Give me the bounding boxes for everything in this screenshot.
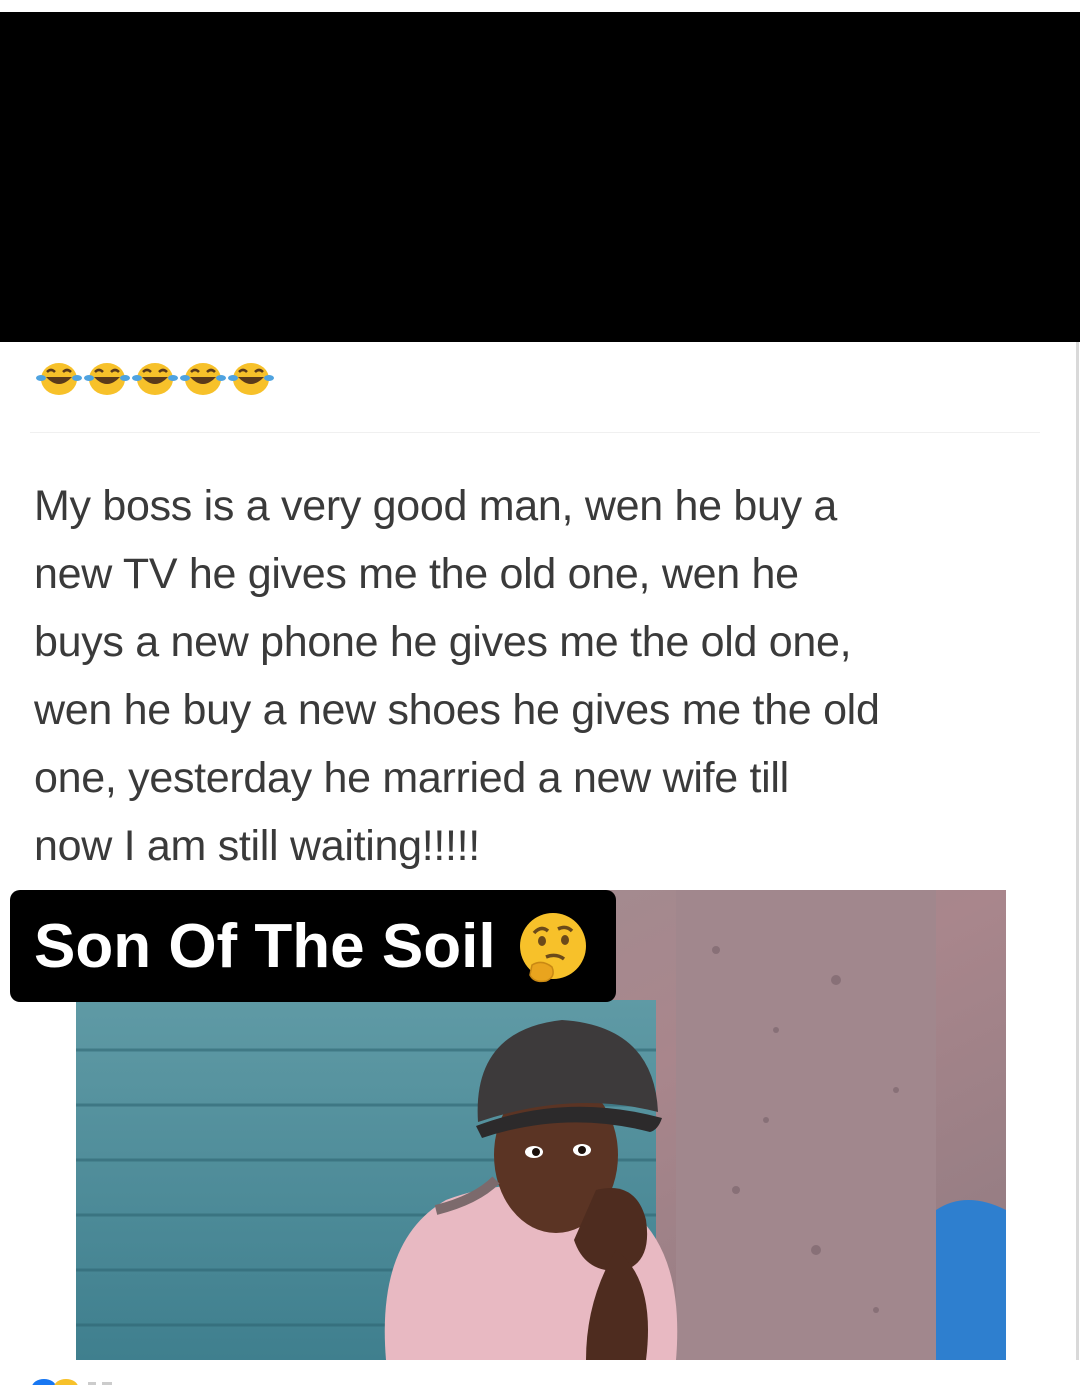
laughing-emoji-icon	[36, 363, 82, 395]
post-text-line: buys a new phone he gives me the old one…	[34, 618, 852, 666]
post-text-line: wen he buy a new shoes he gives me the o…	[34, 686, 880, 734]
laughing-emoji-row	[36, 360, 274, 404]
post-text-line: now I am still waiting!!!!!	[34, 822, 480, 870]
reaction-icons	[32, 1379, 112, 1390]
post-text-line: one, yesterday he married a new wife til…	[34, 754, 789, 802]
post-text-line: My boss is a very good man, wen he buy a	[34, 482, 838, 530]
laughing-emoji-icon	[132, 363, 178, 395]
laughing-emoji-icon	[180, 363, 226, 395]
post-text: My boss is a very good man, wen he buy a…	[34, 472, 1044, 880]
meme-caption: Son Of The Soil	[10, 890, 616, 1002]
post-text-line: new TV he gives me the old one, wen he	[34, 550, 799, 598]
divider	[30, 432, 1040, 433]
reaction-summary[interactable]	[30, 1372, 230, 1390]
laughing-emoji-icon	[228, 363, 274, 395]
top-black-band	[0, 12, 1080, 342]
meme-caption-text: Son Of The Soil	[34, 911, 496, 981]
laughing-emoji-icon	[84, 363, 130, 395]
thinking-face-icon	[519, 913, 586, 983]
